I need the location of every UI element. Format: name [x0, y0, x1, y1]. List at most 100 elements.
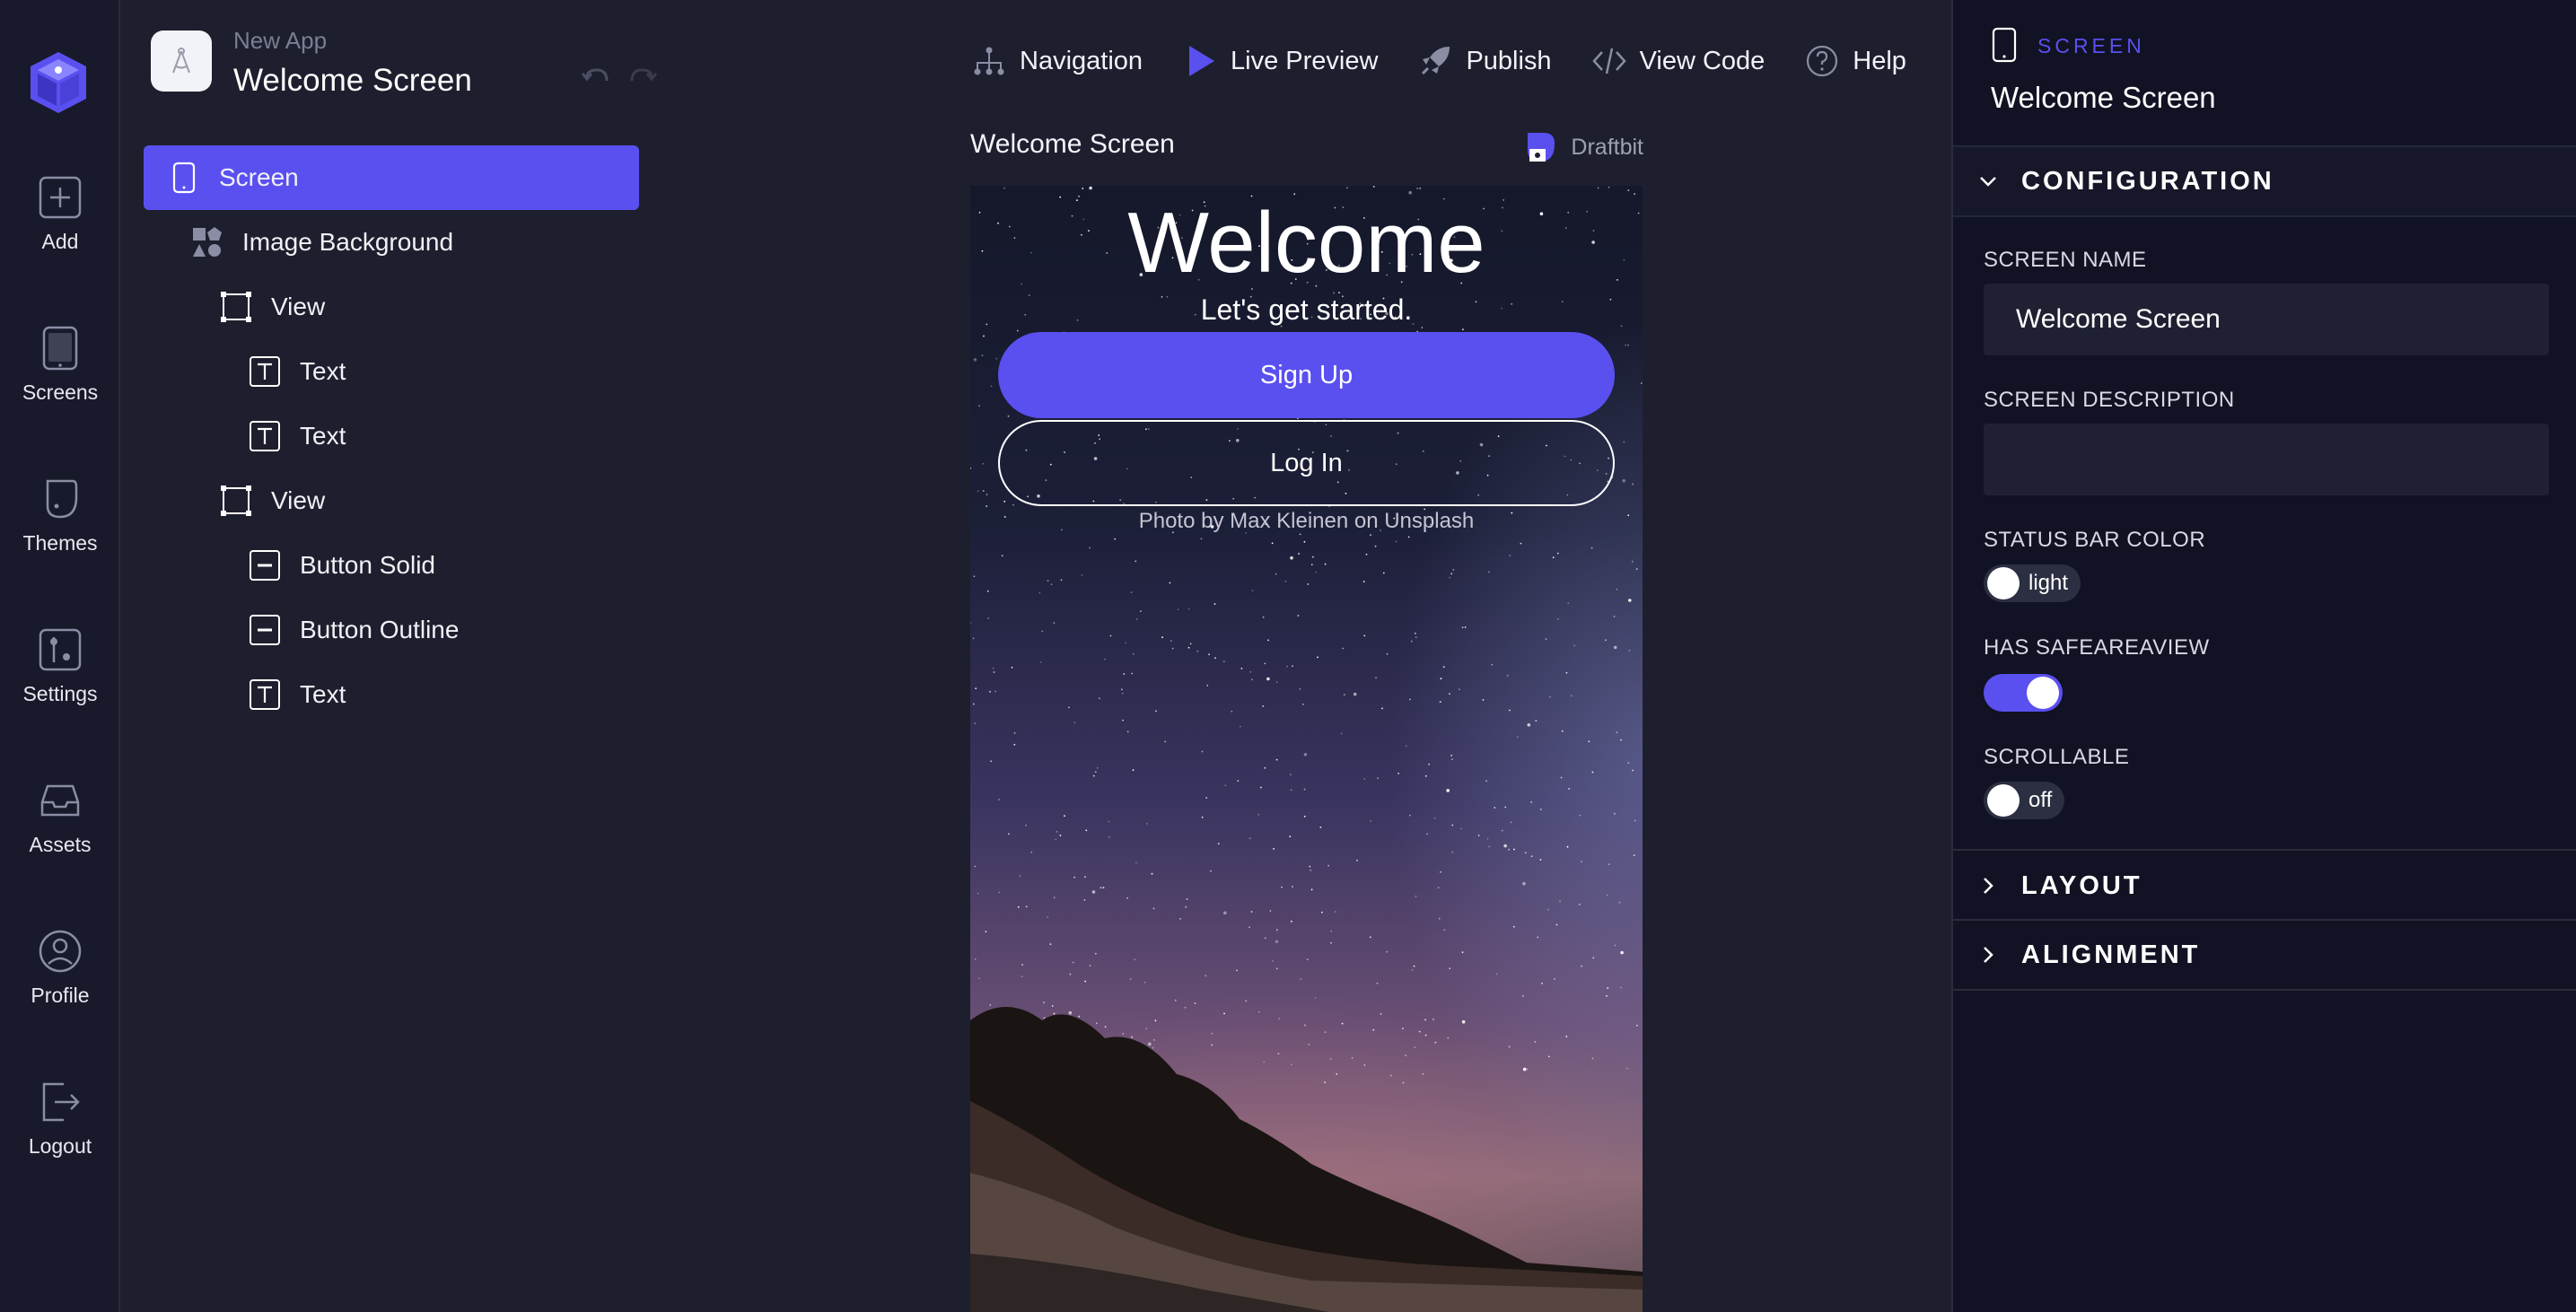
sliders-icon: [39, 628, 82, 671]
canvas-screen-title: Welcome Screen: [970, 129, 1175, 159]
toggle-knob: [1987, 784, 2020, 817]
toggle-value: off: [2028, 788, 2053, 812]
login-button[interactable]: Log In: [998, 420, 1615, 506]
view-frame-icon: [221, 292, 251, 322]
live-preview-button[interactable]: Live Preview: [1182, 36, 1378, 86]
preview-subheading: Let's get started.: [1200, 293, 1413, 326]
rail-profile[interactable]: Profile: [0, 928, 120, 1027]
navigation-button[interactable]: Navigation: [971, 36, 1143, 86]
user-circle-icon: [39, 930, 82, 973]
safeareaview-label: HAS SAFEAREAVIEW: [1984, 635, 2210, 660]
draftbit-brand-icon: [1528, 133, 1555, 162]
view-code-button[interactable]: View Code: [1591, 36, 1766, 86]
section-label: LAYOUT: [2021, 870, 2142, 900]
rocket-icon: [1422, 47, 1450, 75]
code-brackets-icon: [1591, 48, 1626, 74]
left-rail: Add Screens Themes Settings Assets Profi…: [0, 0, 120, 1312]
redo-icon[interactable]: [626, 66, 657, 86]
rail-logout[interactable]: Logout: [0, 1079, 120, 1177]
tree-item-label: Text: [300, 422, 346, 450]
rail-label: Screens: [22, 380, 99, 404]
help-label: Help: [1853, 46, 1906, 75]
photo-credit: Photo by Max Kleinen on Unsplash: [1138, 509, 1475, 533]
screen-description-label: SCREEN DESCRIPTION: [1984, 388, 2235, 412]
plus-square-icon: [39, 176, 82, 219]
tree-item-label: Text: [300, 357, 346, 385]
tree-item-view[interactable]: View: [219, 468, 325, 533]
section-alignment[interactable]: ALIGNMENT: [1953, 919, 2576, 991]
chevron-down-icon: [1980, 177, 1996, 187]
tree-item-label: Button Solid: [300, 551, 435, 579]
compass-icon: [172, 48, 190, 74]
props-kind-label: SCREEN: [2037, 34, 2145, 57]
sitemap-icon: [974, 47, 1004, 75]
button-icon: [250, 550, 280, 581]
button-icon: [250, 615, 280, 645]
screen-description-input[interactable]: [1984, 424, 2549, 495]
scrollable-toggle[interactable]: off: [1984, 782, 2065, 819]
chevron-right-icon: [1984, 947, 1993, 963]
tree-item-button-outline[interactable]: Button Outline: [248, 598, 459, 662]
text-icon: [250, 356, 280, 387]
top-toolbar: Navigation Live Preview Publish View Cod…: [971, 36, 1946, 86]
view-frame-icon: [221, 485, 251, 516]
undo-icon[interactable]: [582, 66, 612, 86]
rail-add[interactable]: Add: [0, 174, 120, 273]
preview-heading: Welcome: [1127, 195, 1485, 291]
safeareaview-toggle[interactable]: [1984, 674, 2063, 712]
draftbit-brand: Draftbit: [1524, 129, 1643, 165]
tree-item-label: Text: [300, 680, 346, 708]
scrollable-label: SCROLLABLE: [1984, 745, 2130, 769]
phone-preview: Welcome Let's get started. Sign Up Log I…: [970, 186, 1643, 1312]
properties-panel: SCREEN Welcome Screen CONFIGURATION SCRE…: [1951, 0, 2576, 1312]
tree-item-text[interactable]: Text: [248, 404, 346, 468]
status-bar-color-toggle[interactable]: light: [1984, 564, 2081, 602]
live-preview-label: Live Preview: [1231, 46, 1379, 75]
section-configuration[interactable]: CONFIGURATION: [1953, 145, 2576, 217]
publish-label: Publish: [1466, 46, 1552, 75]
app-avatar[interactable]: [151, 31, 212, 92]
section-layout[interactable]: LAYOUT: [1953, 849, 2576, 921]
undo-redo-group: [582, 66, 657, 86]
screen-name-input[interactable]: [1984, 284, 2549, 355]
toggle-knob: [2027, 677, 2059, 709]
rail-label: Themes: [22, 531, 98, 555]
logout-arrow-icon: [42, 1082, 80, 1122]
tree-item-image-background[interactable]: Image Background: [190, 210, 453, 275]
publish-button[interactable]: Publish: [1417, 36, 1552, 86]
props-title: Welcome Screen: [1991, 81, 2216, 114]
tree-item-label: View: [271, 486, 326, 514]
chevron-right-icon: [1984, 878, 1993, 894]
rail-label: Assets: [29, 833, 92, 856]
inbox-tray-icon: [40, 784, 80, 817]
rail-settings[interactable]: Settings: [0, 626, 120, 725]
toggle-knob: [1987, 567, 2020, 599]
section-label: ALIGNMENT: [2021, 940, 2201, 969]
tree-item-text[interactable]: Text: [248, 662, 346, 727]
tree-item-button-solid[interactable]: Button Solid: [248, 533, 435, 598]
view-code-label: View Code: [1639, 46, 1766, 75]
help-button[interactable]: Help: [1804, 36, 1906, 86]
shapes-icon: [193, 227, 222, 257]
section-label: CONFIGURATION: [2021, 166, 2274, 196]
rail-themes[interactable]: Themes: [0, 476, 120, 574]
tree-item-label: Screen: [219, 163, 299, 191]
signup-button[interactable]: Sign Up: [998, 332, 1615, 418]
play-icon: [1189, 46, 1215, 76]
rail-label: Add: [41, 230, 79, 253]
paint-bucket-icon: [46, 479, 78, 519]
tree-item-text[interactable]: Text: [248, 339, 346, 404]
canvas-header: Welcome Screen Draftbit: [970, 126, 1643, 167]
layer-panel: New App Welcome Screen Screen Image Back…: [122, 0, 670, 1312]
tree-item-view[interactable]: View: [219, 275, 325, 339]
toggle-value: light: [2028, 571, 2069, 595]
status-bar-color-label: STATUS BAR COLOR: [1984, 528, 2206, 552]
tree-item-label: Image Background: [242, 228, 454, 256]
rail-screens[interactable]: Screens: [0, 325, 120, 424]
draftbit-logo-icon[interactable]: [29, 50, 88, 115]
tablet-icon: [172, 162, 196, 194]
text-icon: [250, 421, 280, 451]
tree-item-screen[interactable]: Screen: [144, 145, 639, 210]
rail-label: Profile: [31, 984, 90, 1007]
rail-assets[interactable]: Assets: [0, 777, 120, 876]
